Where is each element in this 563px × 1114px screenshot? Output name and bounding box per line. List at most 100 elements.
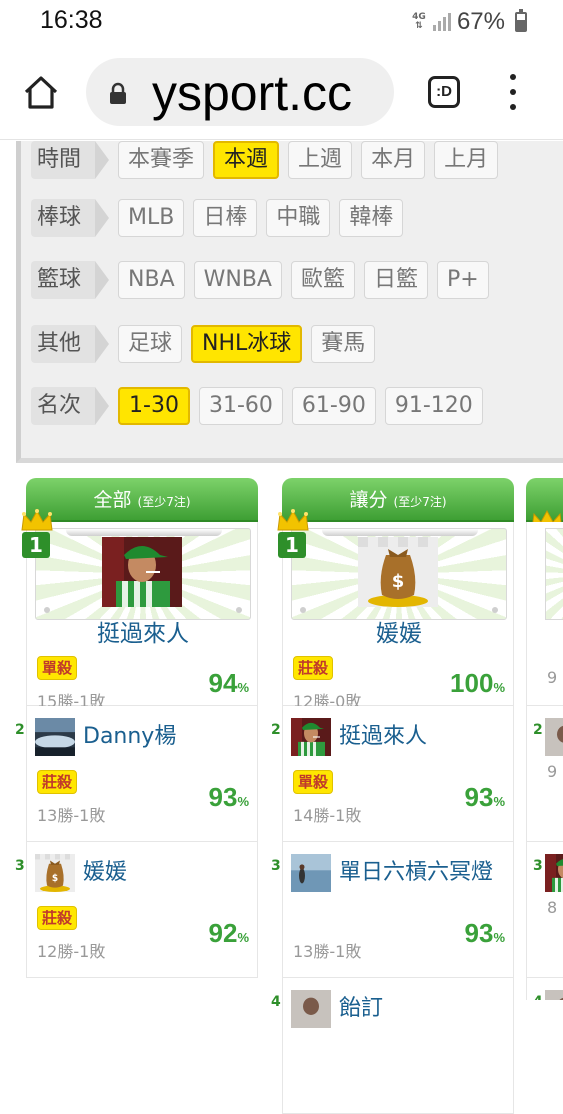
filter-chip[interactable]: NHL冰球 bbox=[191, 325, 303, 363]
champion-card[interactable]: $ 媛媛 莊殺 12勝-0敗 100% bbox=[282, 522, 515, 711]
rank-number: 3 bbox=[271, 858, 281, 874]
user-avatar bbox=[291, 718, 331, 756]
rank-list-item[interactable]: 4 飴訂 bbox=[271, 978, 514, 1114]
champion-photo-frame bbox=[35, 528, 251, 620]
column-title: 讓分 bbox=[349, 489, 388, 511]
filter-chip[interactable]: 本週 bbox=[213, 141, 280, 179]
frame-dot bbox=[492, 607, 498, 613]
user-avatar bbox=[545, 990, 563, 1000]
champion-card[interactable]: 挺過來人 單殺 15勝-1敗 94% bbox=[26, 522, 259, 711]
filter-row: 其他 足球 NHL冰球 賽馬 bbox=[31, 325, 376, 363]
filter-chip[interactable]: 韓棒 bbox=[339, 199, 404, 237]
lock-icon bbox=[110, 82, 126, 104]
filter-chip[interactable]: 上週 bbox=[288, 141, 353, 179]
rank-list-item[interactable]: 38 bbox=[526, 842, 563, 978]
filter-chip[interactable]: 日籃 bbox=[364, 261, 429, 299]
rank-number: 3 bbox=[15, 858, 25, 874]
status-time: 16:38 bbox=[40, 6, 103, 34]
ranking-column: 讓分 (至少7注) $ 媛媛 莊殺 12勝-0敗 100% 1 2 挺過來人 單殺 14勝-1敗 93… bbox=[271, 478, 514, 1114]
user-avatar bbox=[545, 854, 563, 892]
filter-chip[interactable]: 歐籃 bbox=[290, 261, 355, 299]
win-loss-record: 8 bbox=[547, 898, 558, 917]
filter-chip[interactable]: 日棒 bbox=[193, 199, 258, 237]
filter-chip[interactable]: P+ bbox=[437, 261, 489, 299]
user-name[interactable]: 挺過來人 bbox=[339, 718, 427, 750]
win-rate-value: 92 bbox=[208, 918, 238, 948]
filter-row: 籃球 NBA WNBA 歐籃 日籃 P+ bbox=[31, 261, 489, 299]
rank-list-item[interactable]: 29 bbox=[526, 706, 563, 842]
column-header[interactable]: 讓分 (至少7注) bbox=[282, 478, 514, 522]
ranking-column-partial: 1929384 bbox=[526, 478, 563, 1000]
rank-number: 2 bbox=[15, 722, 25, 738]
filter-chip[interactable]: 中職 bbox=[266, 199, 331, 237]
overflow-menu-icon[interactable] bbox=[506, 74, 520, 110]
filter-chip[interactable]: 61-90 bbox=[291, 387, 376, 425]
tier-badge: 單殺 bbox=[293, 770, 334, 794]
win-rate-unit: % bbox=[493, 794, 505, 809]
user-name[interactable]: Danny楊 bbox=[83, 718, 176, 750]
champion-card[interactable]: 9 bbox=[526, 522, 563, 706]
filter-row: 棒球 MLB 日棒 中職 韓棒 bbox=[31, 199, 404, 237]
battery-percent: 67% bbox=[456, 8, 505, 35]
filter-chip[interactable]: 上月 bbox=[434, 141, 499, 179]
rank-number: 4 bbox=[533, 994, 543, 1000]
address-bar[interactable]: ysport.cc bbox=[86, 58, 394, 126]
filter-row: 時間 本賽季 本週 上週 本月 上月 bbox=[31, 141, 499, 179]
win-rate: 92% bbox=[209, 918, 249, 949]
win-rate-value: 93 bbox=[464, 918, 494, 948]
champion-photo-frame bbox=[545, 528, 563, 620]
filter-chip[interactable]: 91-120 bbox=[384, 387, 483, 425]
url-text: ysport.cc bbox=[152, 65, 353, 121]
filter-chip[interactable]: MLB bbox=[118, 199, 185, 237]
rank-list-item[interactable]: 2 挺過來人 單殺 14勝-1敗 93% bbox=[271, 706, 514, 842]
filter-chip[interactable]: WNBA bbox=[193, 261, 282, 299]
filter-chip[interactable]: 足球 bbox=[118, 325, 183, 363]
browser-toolbar: ysport.cc :D bbox=[0, 44, 563, 140]
win-loss-record: 9 bbox=[547, 668, 558, 687]
win-rate: 100% bbox=[450, 668, 505, 699]
tier-badge: 單殺 bbox=[37, 656, 78, 680]
tab-switcher-button[interactable]: :D bbox=[428, 76, 460, 108]
rank-list-item[interactable]: 4 bbox=[526, 978, 563, 1000]
rank-list-item[interactable]: 2 Danny楊 莊殺 13勝-1敗 93% bbox=[15, 706, 258, 842]
win-rate: 93% bbox=[465, 918, 505, 949]
win-loss-record: 13勝-1敗 bbox=[293, 942, 362, 961]
user-avatar bbox=[35, 718, 75, 756]
filter-row-label: 籃球 bbox=[31, 261, 110, 299]
rank-number: 3 bbox=[533, 858, 543, 874]
filter-chip[interactable]: 本月 bbox=[361, 141, 426, 179]
column-title: 全部 bbox=[93, 489, 132, 511]
column-header[interactable]: 全部 (至少7注) bbox=[26, 478, 258, 522]
win-rate: 94% bbox=[209, 668, 249, 699]
frame-dot bbox=[236, 607, 242, 613]
status-icons: 4G ⇅ 67% bbox=[411, 8, 527, 36]
filter-row-label: 棒球 bbox=[31, 199, 110, 237]
champion-name[interactable]: 挺過來人 bbox=[27, 614, 259, 648]
rank-list-item[interactable]: 3 $ 媛媛 莊殺 12勝-1敗 92% bbox=[15, 842, 258, 978]
signal-icon bbox=[432, 13, 451, 31]
win-rate: 93% bbox=[465, 782, 505, 813]
rank-list-item[interactable]: 3 單日六槓六冥燈 13勝-1敗 93% bbox=[271, 842, 514, 978]
home-icon[interactable] bbox=[22, 74, 60, 112]
crown-icon bbox=[21, 509, 53, 531]
win-rate-value: 100 bbox=[450, 668, 494, 698]
user-name[interactable]: 媛媛 bbox=[83, 854, 127, 886]
filter-chip[interactable]: 31-60 bbox=[198, 387, 283, 425]
champion-avatar bbox=[102, 537, 182, 607]
champion-name[interactable]: 媛媛 bbox=[283, 614, 515, 648]
user-avatar bbox=[291, 854, 331, 892]
rank-badge: 1 bbox=[22, 532, 50, 558]
battery-icon bbox=[515, 9, 527, 32]
rank-number: 2 bbox=[533, 722, 543, 738]
rank-number: 2 bbox=[271, 722, 281, 738]
user-name[interactable]: 飴訂 bbox=[339, 990, 383, 1022]
user-avatar bbox=[545, 718, 563, 756]
filter-chip[interactable]: 本賽季 bbox=[118, 141, 205, 179]
frame-top-bar bbox=[322, 529, 478, 536]
win-loss-record: 13勝-1敗 bbox=[37, 806, 106, 825]
filter-chip[interactable]: 賽馬 bbox=[311, 325, 376, 363]
user-name[interactable]: 單日六槓六冥燈 bbox=[339, 854, 493, 886]
column-subtitle: (至少7注) bbox=[137, 495, 191, 509]
filter-chip[interactable]: 1-30 bbox=[118, 387, 190, 425]
filter-chip[interactable]: NBA bbox=[118, 261, 185, 299]
